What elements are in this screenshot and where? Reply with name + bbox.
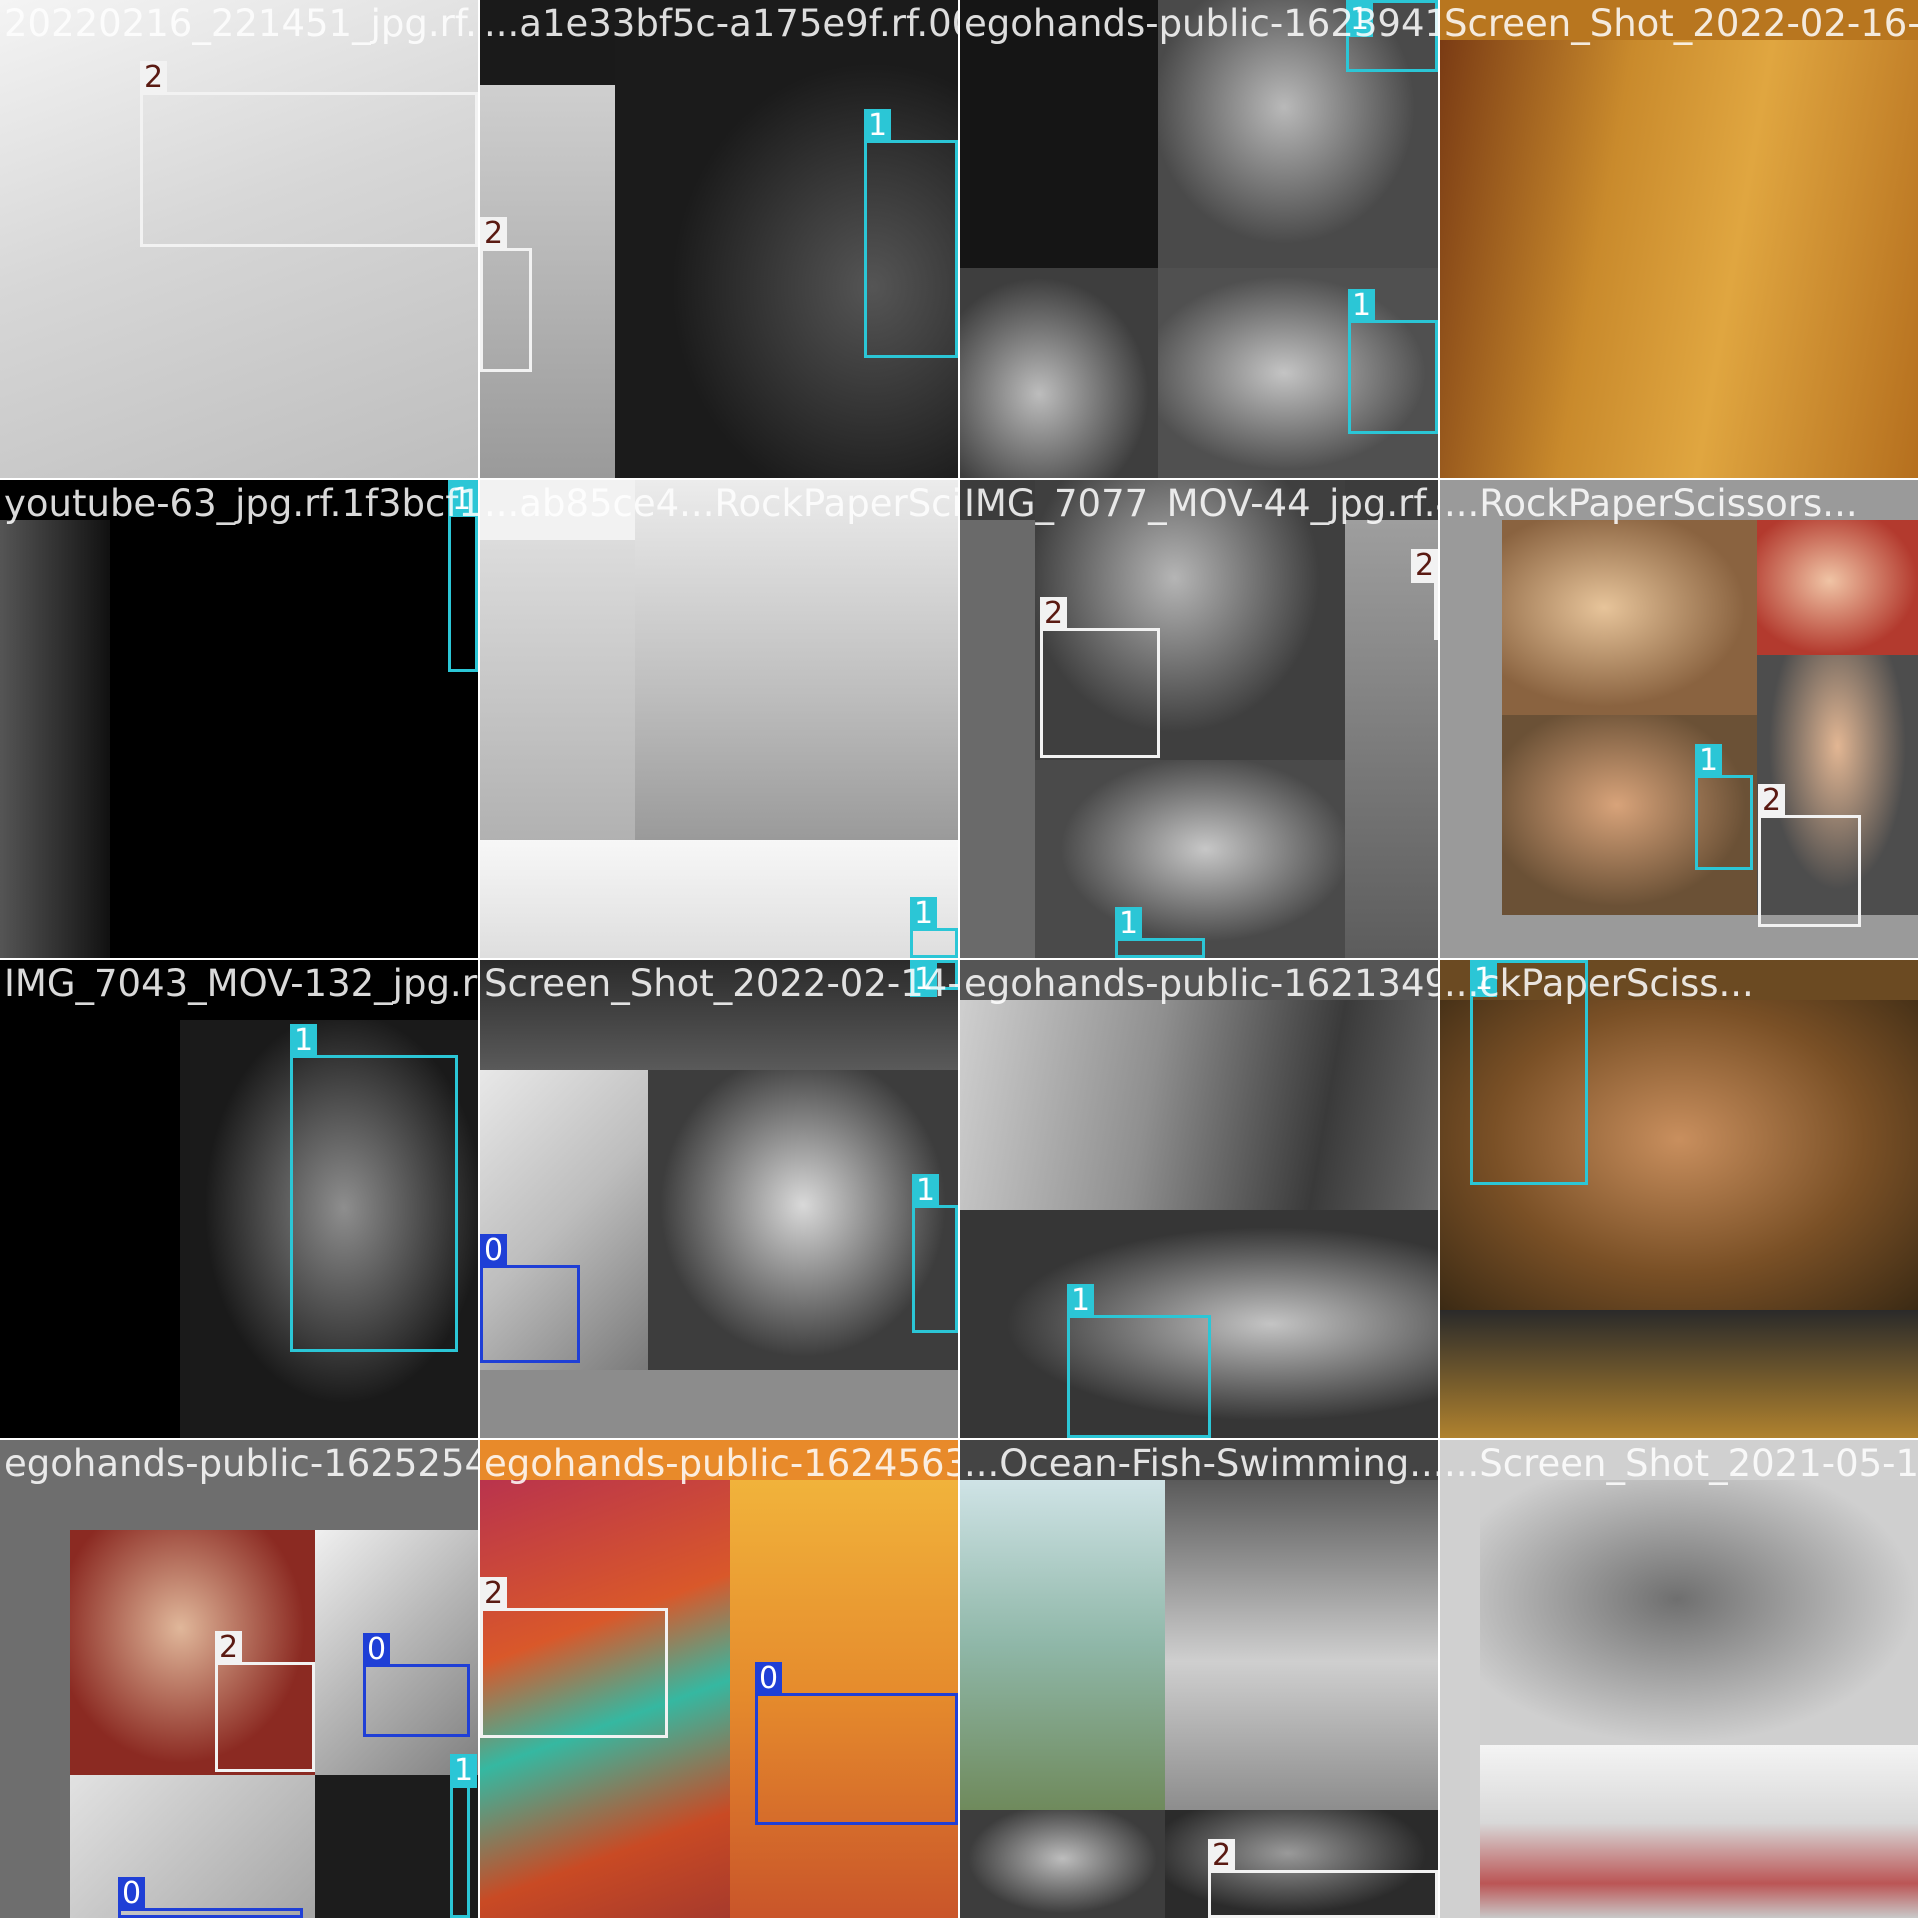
bbox-2: 2: [480, 217, 532, 372]
bbox-label: 0: [755, 1662, 783, 1696]
bbox-label: 2: [1208, 1839, 1236, 1873]
mosaic-tile: 1 1 egohands-public-1623941906...: [960, 0, 1438, 478]
mosaic-tile: 2 ...Ocean-Fish-Swimming...: [960, 1440, 1438, 1918]
bbox-1: 1: [912, 1174, 958, 1333]
bbox-2: 2: [1758, 784, 1861, 927]
bbox-2: 2: [480, 1577, 668, 1738]
photo-area: [1165, 1480, 1438, 1810]
mosaic-grid: 2 20220216_221451_jpg.rf.c04... 1 2 ...a…: [0, 0, 1920, 1920]
bbox-label: 2: [1758, 784, 1786, 818]
bbox-label: 0: [363, 1633, 391, 1667]
photo-area: [635, 480, 958, 840]
bbox-label: 1: [450, 1754, 478, 1788]
bbox-label: 1: [864, 109, 892, 143]
bbox-2: 2: [215, 1631, 315, 1772]
bbox-0: 0: [480, 1234, 580, 1363]
image-filename: egohands-public-1625254247...: [4, 1442, 478, 1485]
photo-area: [960, 520, 1035, 958]
bbox-1: 1: [448, 480, 478, 672]
photo-area: [1757, 520, 1918, 655]
bbox-label: 1: [910, 897, 938, 931]
bbox-1: 1: [864, 109, 958, 358]
bbox-label: 2: [1411, 549, 1438, 583]
photo-area: [480, 960, 958, 1070]
bbox-2: 2: [1411, 549, 1438, 640]
photo-area: [1035, 760, 1345, 958]
photo-area: [960, 0, 1158, 268]
photo-area: [315, 1530, 478, 1775]
mosaic-tile: 1 egohands-public-1621349914...: [960, 960, 1438, 1438]
photo-area: [1440, 1310, 1918, 1438]
bbox-label: 1: [1067, 1284, 1095, 1318]
bbox-0: 0: [118, 1877, 303, 1918]
mosaic-tile: 1 ...ab85ce4...RockPaperSciss...: [480, 480, 958, 958]
bbox-1: 1: [1348, 289, 1438, 434]
photo-area: [960, 268, 1158, 478]
photo-area: [1502, 520, 1757, 715]
photo-area: [480, 840, 958, 958]
bbox-label: 2: [480, 1577, 508, 1611]
photo-area: [70, 1775, 315, 1918]
bbox-1: 1: [1346, 0, 1438, 72]
bbox-label: 1: [448, 483, 476, 517]
mosaic-tile: 1 IMG_7043_MOV-132_jpg.rf.5...: [0, 960, 478, 1438]
bbox-1: 1: [1115, 907, 1205, 958]
bbox-1: 1: [910, 960, 958, 997]
mosaic-tile: ...Screen_Shot_2021-05-12-at-...: [1440, 1440, 1918, 1918]
mosaic-tile: 2 0 1 0 egohands-public-1625254247...: [0, 1440, 478, 1918]
photo-area: [960, 1810, 1165, 1918]
bbox-label: 1: [1695, 744, 1723, 778]
mosaic-tile: 1 0 1 Screen_Shot_2022-02-14-at-...: [480, 960, 958, 1438]
bbox-0: 0: [363, 1633, 470, 1737]
bbox-label: 2: [480, 217, 508, 251]
bbox-label: 1: [912, 1174, 940, 1208]
bbox-label: 1: [290, 1024, 318, 1058]
bbox-label: 0: [118, 1877, 146, 1911]
bbox-label: 2: [140, 61, 168, 95]
bbox-label: 0: [480, 1234, 508, 1268]
mosaic-tile: Screen_Shot_2022-02-16-at-...: [1440, 0, 1918, 478]
mosaic-tile: 1 2 ...RockPaperScissors...: [1440, 480, 1918, 958]
bbox-1: 1: [1470, 960, 1588, 1185]
bbox-1: 1: [910, 897, 958, 958]
photo-area: [1440, 40, 1918, 478]
mosaic-tile: 2 20220216_221451_jpg.rf.c04...: [0, 0, 478, 478]
bbox-2: 2: [1208, 1839, 1438, 1918]
bbox-1: 1: [450, 1754, 478, 1918]
mosaic-tile: 2 2 1 IMG_7077_MOV-44_jpg.rf.4...: [960, 480, 1438, 958]
bbox-label: 1: [1470, 963, 1498, 997]
mosaic-tile: 1 youtube-63_jpg.rf.1f3bcf13d...: [0, 480, 478, 958]
photo-area: [1345, 520, 1438, 958]
photo-area: [1480, 1480, 1918, 1745]
bbox-2: 2: [1040, 597, 1160, 758]
bbox-label: 1: [1115, 907, 1143, 941]
bbox-label: 1: [910, 963, 938, 997]
mosaic-tile: 1 ...ckPaperSciss...: [1440, 960, 1918, 1438]
mosaic-tile: 1 2 ...a1e33bf5c-a175e9f.rf.006b1ba...: [480, 0, 958, 478]
photo-area: [960, 1000, 1438, 1210]
bbox-1: 1: [1067, 1284, 1211, 1438]
bbox-1: 1: [290, 1024, 458, 1352]
photo-area: [1480, 1745, 1918, 1918]
bbox-2: 2: [140, 61, 478, 247]
bbox-1: 1: [1695, 744, 1753, 870]
photo-area: [0, 520, 110, 958]
bbox-label: 2: [1040, 597, 1068, 631]
photo-area: [960, 1480, 1165, 1810]
bbox-label: 1: [1346, 3, 1374, 37]
mosaic-tile: 2 0 egohands-public-1624563390...: [480, 1440, 958, 1918]
bbox-0: 0: [755, 1662, 958, 1825]
bbox-label: 1: [1348, 289, 1376, 323]
bbox-label: 2: [215, 1631, 243, 1665]
image-filename: IMG_7043_MOV-132_jpg.rf.5...: [4, 962, 478, 1005]
